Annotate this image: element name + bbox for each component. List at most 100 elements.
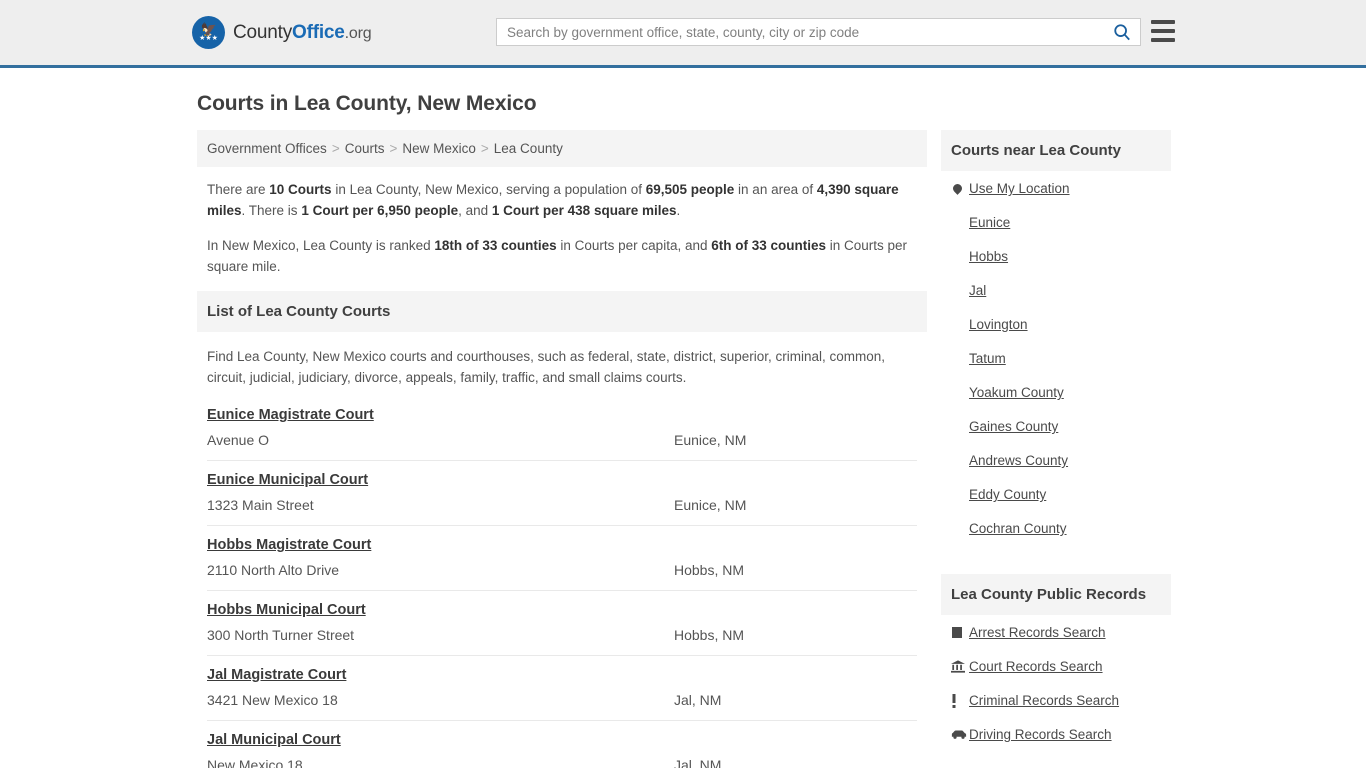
- court-address: New Mexico 18: [207, 757, 303, 768]
- sidebar-nearby-item[interactable]: Eunice: [951, 215, 1161, 230]
- sidebar-public-records-link[interactable]: Criminal Records Search: [969, 693, 1119, 708]
- sidebar-nearby-link[interactable]: Lovington: [969, 317, 1028, 332]
- breadcrumb-separator: >: [480, 141, 489, 156]
- breadcrumb-item-2[interactable]: Courts: [345, 141, 385, 156]
- court-name-link[interactable]: Jal Municipal Court: [207, 732, 341, 748]
- eagle-glyph: 🦅: [200, 22, 217, 37]
- sidebar-nearby-list: Use My Location Eunice Hobbs Jal Lovington Ta…: [941, 171, 1171, 552]
- sidebar-nearby-link[interactable]: Hobbs: [969, 249, 1008, 264]
- location-pin-icon: [951, 182, 969, 195]
- stat-p1-part-11: .: [676, 203, 681, 218]
- court-name-link[interactable]: Eunice Municipal Court: [207, 472, 368, 488]
- list-section-heading: List of Lea County Courts: [197, 291, 927, 332]
- stars-glyph: ★★★: [199, 35, 218, 42]
- search-button[interactable]: [1104, 19, 1140, 45]
- court-address-line: Avenue O Eunice, NM: [207, 432, 917, 448]
- court-name-link[interactable]: Jal Magistrate Court: [207, 667, 346, 683]
- sidebar-nearby-heading: Courts near Lea County: [941, 130, 1171, 171]
- stat-p2-part-3: in Courts per capita, and: [556, 238, 712, 253]
- sidebar-nearby-link[interactable]: Eunice: [969, 215, 1010, 230]
- search-icon: [1114, 24, 1130, 41]
- stat-p2-part-4: 6th of 33 counties: [711, 238, 827, 253]
- sidebar-nearby-item[interactable]: Jal: [951, 283, 1161, 298]
- sidebar-nearby-link[interactable]: Yoakum County: [969, 385, 1064, 400]
- search-input[interactable]: [497, 19, 1104, 45]
- sidebar-nearby-link[interactable]: Eddy County: [969, 487, 1046, 502]
- building-block-shape: [952, 627, 962, 638]
- court-address: 2110 North Alto Drive: [207, 562, 340, 578]
- hamburger-bar-3: [1151, 38, 1175, 42]
- court-row: Jal Municipal Court New Mexico 18 Jal, NM: [207, 721, 917, 768]
- sidebar-public-records-link[interactable]: Driving Records Search: [969, 727, 1112, 742]
- court-name-link[interactable]: Eunice Magistrate Court: [207, 407, 374, 423]
- stat-p2-part-2: 18th of 33 counties: [434, 238, 557, 253]
- search-bar: [496, 18, 1141, 46]
- sidebar-public-records-link[interactable]: Arrest Records Search: [969, 625, 1106, 640]
- sidebar-nearby-link[interactable]: Jal: [969, 283, 986, 298]
- court-address-line: 3421 New Mexico 18 Jal, NM: [207, 692, 917, 708]
- sidebar-nearby-item[interactable]: Hobbs: [951, 249, 1161, 264]
- court-city: Hobbs, NM: [674, 627, 745, 643]
- sidebar-nearby-link[interactable]: Gaines County: [969, 419, 1058, 434]
- court-name-link[interactable]: Hobbs Magistrate Court: [207, 537, 371, 553]
- breadcrumb-item-4[interactable]: Lea County: [494, 141, 563, 156]
- court-address: Avenue O: [207, 432, 270, 448]
- logo-text: CountyOffice.org: [233, 21, 372, 44]
- stat-p1-part-9: , and: [458, 203, 492, 218]
- stat-p1-part-10: 1 Court per 438 square miles: [491, 203, 677, 218]
- sidebar-nearby-item[interactable]: Use My Location: [951, 181, 1161, 196]
- court-city: Jal, NM: [674, 692, 722, 708]
- courthouse-bank-icon: [951, 660, 969, 673]
- countyoffice-eagle-logo-icon: 🦅 ★★★: [192, 16, 225, 49]
- logo-text-county: County: [233, 21, 293, 43]
- sidebar-nearby-item[interactable]: Cochran County: [951, 521, 1161, 536]
- sidebar-public-records-heading: Lea County Public Records: [941, 574, 1171, 615]
- court-row: Hobbs Municipal Court 300 North Turner St…: [207, 591, 917, 656]
- sidebar-nearby-item[interactable]: Lovington: [951, 317, 1161, 332]
- stat-p1-part-1: There are: [207, 182, 270, 197]
- building-block-icon: [951, 627, 969, 638]
- court-list: Eunice Magistrate Court Avenue O Eunice, N…: [197, 396, 927, 768]
- sidebar-nearby-item[interactable]: Tatum: [951, 351, 1161, 366]
- logo-text-org: .org: [344, 24, 372, 42]
- sidebar-nearby-link[interactable]: Use My Location: [969, 181, 1070, 196]
- sidebar-nearby-item[interactable]: Yoakum County: [951, 385, 1161, 400]
- court-city: Eunice, NM: [674, 497, 747, 513]
- stats-paragraph-1: There are 10 Courts in Lea County, New M…: [207, 179, 917, 221]
- sidebar-nearby-item[interactable]: Gaines County: [951, 419, 1161, 434]
- county-statistics: There are 10 Courts in Lea County, New M…: [197, 167, 927, 277]
- breadcrumb: Government Offices > Courts > New Mexico > Lea…: [197, 130, 927, 167]
- sidebar-nearby-link[interactable]: Tatum: [969, 351, 1006, 366]
- court-address-line: 300 North Turner Street Hobbs, NM: [207, 627, 917, 643]
- site-logo[interactable]: 🦅 ★★★ CountyOffice.org: [192, 16, 372, 49]
- sidebar-public-records-item[interactable]: Court Records Search: [951, 659, 1161, 674]
- car-icon: [951, 729, 969, 740]
- sidebar-nearby-item[interactable]: Eddy County: [951, 487, 1161, 502]
- court-city: Jal, NM: [674, 757, 722, 768]
- sidebar-nearby-link[interactable]: Andrews County: [969, 453, 1068, 468]
- court-city: Hobbs, NM: [674, 562, 745, 578]
- hamburger-menu-icon[interactable]: [1151, 20, 1175, 42]
- court-row: Hobbs Magistrate Court 2110 North Alto Dr…: [207, 526, 917, 591]
- breadcrumb-item-3[interactable]: New Mexico: [402, 141, 476, 156]
- sidebar-public-records-item[interactable]: Criminal Records Search: [951, 693, 1161, 708]
- stats-paragraph-2: In New Mexico, Lea County is ranked 18th…: [207, 235, 917, 277]
- sidebar-nearby-link[interactable]: Cochran County: [969, 521, 1067, 536]
- breadcrumb-item-1[interactable]: Government Offices: [207, 141, 327, 156]
- sidebar-public-records-item[interactable]: Arrest Records Search: [951, 625, 1161, 640]
- court-address: 1323 Main Street: [207, 497, 314, 513]
- sidebar-nearby-item[interactable]: Andrews County: [951, 453, 1161, 468]
- main-content: Government Offices > Courts > New Mexico > Lea…: [197, 130, 927, 768]
- breadcrumb-separator: >: [331, 141, 340, 156]
- sidebar-public-records-link[interactable]: Court Records Search: [969, 659, 1103, 674]
- court-row: Jal Magistrate Court 3421 New Mexico 18 Ja…: [207, 656, 917, 721]
- court-name-link[interactable]: Hobbs Municipal Court: [207, 602, 366, 618]
- sidebar: Courts near Lea County Use My Location Eu…: [941, 130, 1171, 758]
- court-address-line: 1323 Main Street Eunice, NM: [207, 497, 917, 513]
- sidebar-public-records-list: Arrest Records Search Court Records Searc…: [941, 615, 1171, 758]
- sidebar-public-records-item[interactable]: Driving Records Search: [951, 727, 1161, 742]
- court-row: Eunice Magistrate Court Avenue O Eunice, N…: [207, 396, 917, 461]
- exclamation-icon: [951, 693, 969, 708]
- hamburger-bar-1: [1151, 20, 1175, 24]
- stat-p1-part-5: in an area of: [734, 182, 817, 197]
